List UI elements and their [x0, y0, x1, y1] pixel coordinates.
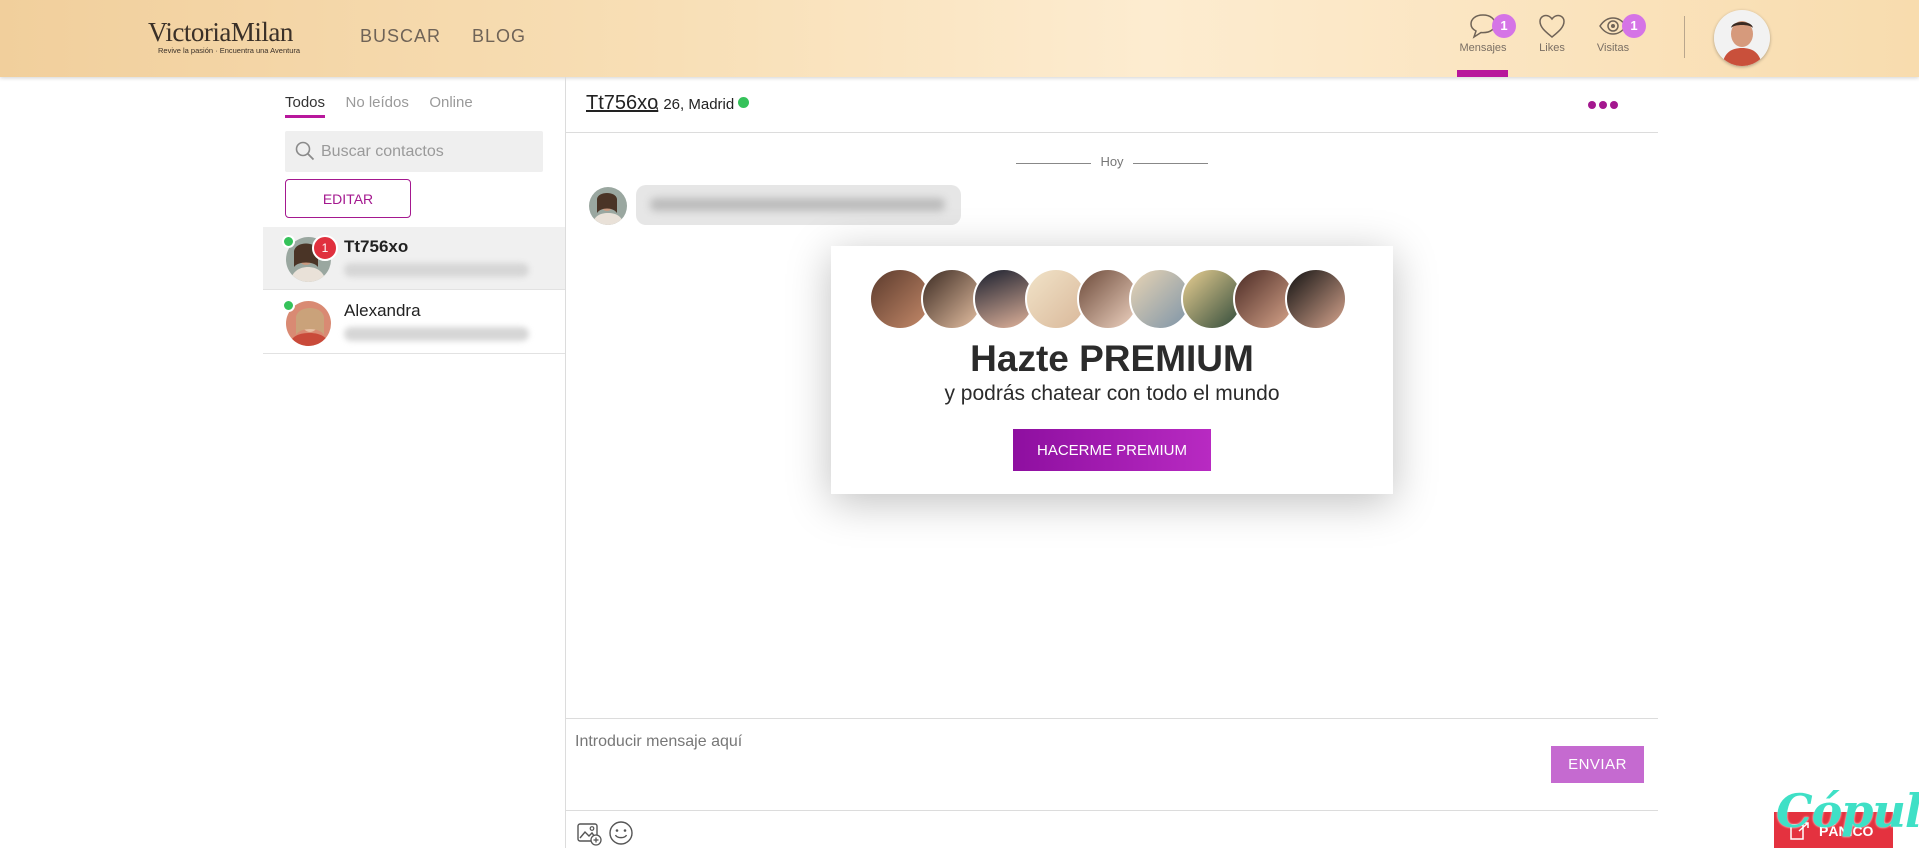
online-indicator — [282, 299, 295, 312]
search-contacts-input[interactable] — [321, 131, 536, 172]
heart-icon — [1539, 14, 1565, 38]
chat-contact-meta: , 26, Madrid — [655, 96, 735, 113]
emoji-icon[interactable] — [607, 819, 635, 847]
contacts-sidebar: Todos No leídos Online EDITAR 1 Tt756xo — [263, 77, 566, 848]
hacerme-premium-button[interactable]: HACERME PREMIUM — [1013, 429, 1211, 471]
mensajes-badge: 1 — [1492, 14, 1516, 38]
premium-title: Hazte PREMIUM — [970, 338, 1254, 379]
chat-contact-name[interactable]: Tt756xo — [586, 92, 658, 115]
contact-name: Tt756xo — [344, 237, 409, 256]
blurred-message-preview — [344, 263, 529, 277]
tab-online[interactable]: Online — [429, 94, 472, 115]
blurred-message-text — [650, 198, 945, 211]
top-header: VictoriaMilan Revive la pasión · Encuent… — [0, 0, 1919, 77]
search-icon — [295, 141, 315, 161]
active-nav-indicator — [1457, 70, 1508, 77]
tab-no-leidos[interactable]: No leídos — [345, 94, 408, 115]
logo-tagline: Revive la pasión · Encuentra una Aventur… — [158, 46, 301, 55]
logo-brand: VictoriaMilan — [148, 17, 293, 47]
visitas-nav-item[interactable]: 1 Visitas — [1578, 12, 1648, 62]
tab-todos[interactable]: Todos — [285, 94, 326, 118]
day-separator: Hoy — [1016, 154, 1208, 174]
message-composer: ENVIAR — [566, 718, 1658, 848]
more-dot-icon — [1610, 101, 1618, 109]
visitas-badge: 1 — [1622, 14, 1646, 38]
more-dot-icon — [1588, 101, 1596, 109]
premium-subtitle: y podrás chatear con todo el mundo — [944, 382, 1280, 405]
more-dot-icon — [1599, 101, 1607, 109]
nav-buscar-link[interactable]: BUSCAR — [360, 26, 441, 47]
blurred-message-bubble — [636, 185, 961, 225]
more-options-button[interactable] — [1588, 93, 1628, 117]
contact-item-tt756xo[interactable]: 1 Tt756xo — [263, 227, 565, 290]
send-button[interactable]: ENVIAR — [1551, 746, 1644, 783]
message-input[interactable] — [575, 727, 1475, 757]
premium-upsell-card: Hazte PREMIUM y podrás chatear con todo … — [831, 246, 1393, 494]
composer-divider — [566, 810, 1658, 811]
nav-blog-link[interactable]: BLOG — [472, 26, 526, 47]
message-sender-avatar — [589, 187, 627, 225]
add-photo-icon[interactable] — [575, 819, 603, 847]
blurred-message-preview — [344, 327, 529, 341]
likes-nav-item[interactable]: Likes — [1517, 12, 1587, 62]
edit-contacts-button[interactable]: EDITAR — [285, 179, 411, 218]
contact-search-box — [285, 131, 543, 172]
mensajes-label: Mensajes — [1459, 42, 1507, 54]
member-photo — [1285, 268, 1347, 330]
contact-item-alexandra[interactable]: Alexandra — [263, 291, 565, 354]
online-indicator — [738, 97, 749, 108]
user-profile-avatar[interactable] — [1714, 10, 1770, 66]
copuli-watermark: Cópuli — [1776, 784, 1919, 838]
contact-filter-tabs: Todos No leídos Online — [285, 94, 489, 118]
profile-photo — [1714, 10, 1770, 66]
victoriamilan-logo[interactable]: VictoriaMilan Revive la pasión · Encuent… — [148, 18, 324, 58]
mensajes-nav-item[interactable]: 1 Mensajes — [1448, 12, 1518, 62]
online-indicator — [282, 235, 295, 248]
chat-header: Tt756xo , 26, Madrid — [566, 77, 1658, 133]
unread-count-badge: 1 — [312, 235, 338, 261]
header-divider — [1684, 16, 1685, 58]
visitas-label: Visitas — [1596, 42, 1630, 54]
contact-name: Alexandra — [344, 301, 421, 320]
likes-label: Likes — [1539, 42, 1565, 54]
